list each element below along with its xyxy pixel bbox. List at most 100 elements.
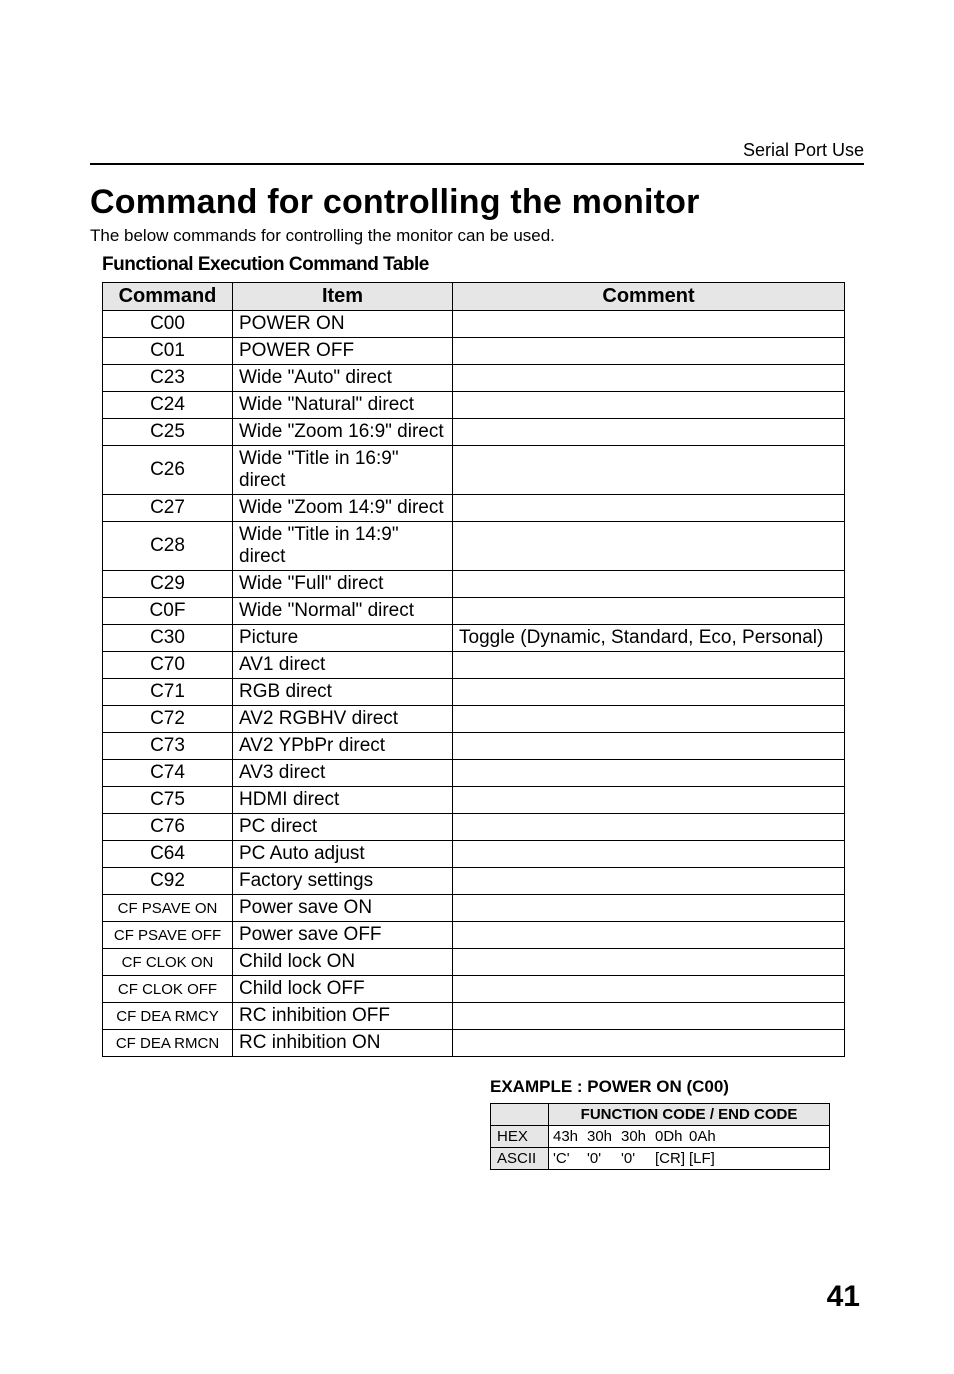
cell-comment [453, 895, 845, 922]
table-header-row: Command Item Comment [103, 283, 845, 311]
cell-command: C73 [103, 733, 233, 760]
cell-comment: Toggle (Dynamic, Standard, Eco, Personal… [453, 625, 845, 652]
cell-comment [453, 338, 845, 365]
cell-comment [453, 949, 845, 976]
cell-command: C25 [103, 419, 233, 446]
cell-item: PC Auto adjust [233, 841, 453, 868]
example-row: HEX43h30h30h0Dh0Ah [491, 1126, 830, 1148]
cell-command: C00 [103, 311, 233, 338]
table-row: C28Wide "Title in 14:9" direct [103, 522, 845, 571]
cell-item: AV3 direct [233, 760, 453, 787]
code-token: 'C' [553, 1150, 587, 1167]
page-number: 41 [90, 1280, 864, 1314]
table-row: C64PC Auto adjust [103, 841, 845, 868]
table-row: C74AV3 direct [103, 760, 845, 787]
example-row-codes: 'C''0''0'[CR][LF] [549, 1148, 830, 1170]
cell-command: C01 [103, 338, 233, 365]
cell-command: C71 [103, 679, 233, 706]
cell-command: CF CLOK OFF [103, 976, 233, 1003]
table-row: C0FWide "Normal" direct [103, 598, 845, 625]
cell-comment [453, 1030, 845, 1057]
cell-item: Wide "Zoom 14:9" direct [233, 495, 453, 522]
cell-comment [453, 522, 845, 571]
table-row: C27Wide "Zoom 14:9" direct [103, 495, 845, 522]
cell-command: CF CLOK ON [103, 949, 233, 976]
cell-item: Child lock ON [233, 949, 453, 976]
cell-item: Factory settings [233, 868, 453, 895]
code-token: 43h [553, 1128, 587, 1145]
cell-item: RGB direct [233, 679, 453, 706]
col-header-item: Item [233, 283, 453, 311]
table-row: C30PictureToggle (Dynamic, Standard, Eco… [103, 625, 845, 652]
cell-comment [453, 787, 845, 814]
cell-comment [453, 598, 845, 625]
cell-item: AV1 direct [233, 652, 453, 679]
cell-comment [453, 841, 845, 868]
cell-comment [453, 679, 845, 706]
example-row-label: HEX [491, 1126, 549, 1148]
cell-comment [453, 814, 845, 841]
cell-command: C74 [103, 760, 233, 787]
table-caption: Functional Execution Command Table [102, 254, 864, 276]
cell-comment [453, 733, 845, 760]
cell-item: Wide "Auto" direct [233, 365, 453, 392]
table-row: C75HDMI direct [103, 787, 845, 814]
cell-comment [453, 495, 845, 522]
cell-item: Child lock OFF [233, 976, 453, 1003]
example-header-row: FUNCTION CODE / END CODE [491, 1104, 830, 1126]
cell-comment [453, 868, 845, 895]
page: Serial Port Use Command for controlling … [0, 0, 954, 1374]
cell-command: C0F [103, 598, 233, 625]
code-token: 0Ah [689, 1128, 723, 1145]
cell-comment [453, 706, 845, 733]
example-header-code: FUNCTION CODE / END CODE [549, 1104, 830, 1126]
cell-comment [453, 922, 845, 949]
example-table: FUNCTION CODE / END CODE HEX43h30h30h0Dh… [490, 1103, 830, 1170]
page-title: Command for controlling the monitor [90, 183, 864, 222]
cell-command: C29 [103, 571, 233, 598]
cell-comment [453, 976, 845, 1003]
code-token: '0' [621, 1150, 655, 1167]
cell-command: C92 [103, 868, 233, 895]
cell-command: C76 [103, 814, 233, 841]
table-row: CF DEA RMCYRC inhibition OFF [103, 1003, 845, 1030]
table-row: C73AV2 YPbPr direct [103, 733, 845, 760]
cell-command: C23 [103, 365, 233, 392]
table-row: C26Wide "Title in 16:9" direct [103, 446, 845, 495]
table-row: C71RGB direct [103, 679, 845, 706]
table-row: C23Wide "Auto" direct [103, 365, 845, 392]
cell-comment [453, 760, 845, 787]
cell-item: Wide "Zoom 16:9" direct [233, 419, 453, 446]
code-token: 0Dh [655, 1128, 689, 1145]
table-row: C00POWER ON [103, 311, 845, 338]
table-row: CF CLOK ONChild lock ON [103, 949, 845, 976]
cell-command: C24 [103, 392, 233, 419]
cell-command: CF PSAVE OFF [103, 922, 233, 949]
example-row-label: ASCII [491, 1148, 549, 1170]
table-row: CF PSAVE ONPower save ON [103, 895, 845, 922]
cell-item: Picture [233, 625, 453, 652]
table-row: CF DEA RMCNRC inhibition ON [103, 1030, 845, 1057]
col-header-command: Command [103, 283, 233, 311]
table-row: C25Wide "Zoom 16:9" direct [103, 419, 845, 446]
table-row: C24Wide "Natural" direct [103, 392, 845, 419]
cell-command: C75 [103, 787, 233, 814]
table-row: CF PSAVE OFFPower save OFF [103, 922, 845, 949]
cell-command: C26 [103, 446, 233, 495]
code-token: 30h [621, 1128, 655, 1145]
cell-comment [453, 571, 845, 598]
cell-item: Power save ON [233, 895, 453, 922]
cell-item: PC direct [233, 814, 453, 841]
table-row: CF CLOK OFFChild lock OFF [103, 976, 845, 1003]
example-header-blank [491, 1104, 549, 1126]
cell-command: C72 [103, 706, 233, 733]
example-row: ASCII'C''0''0'[CR][LF] [491, 1148, 830, 1170]
cell-item: Wide "Title in 16:9" direct [233, 446, 453, 495]
code-token: '0' [587, 1150, 621, 1167]
cell-item: HDMI direct [233, 787, 453, 814]
cell-comment [453, 419, 845, 446]
cell-comment [453, 1003, 845, 1030]
cell-item: Wide "Title in 14:9" direct [233, 522, 453, 571]
cell-comment [453, 652, 845, 679]
cell-comment [453, 446, 845, 495]
